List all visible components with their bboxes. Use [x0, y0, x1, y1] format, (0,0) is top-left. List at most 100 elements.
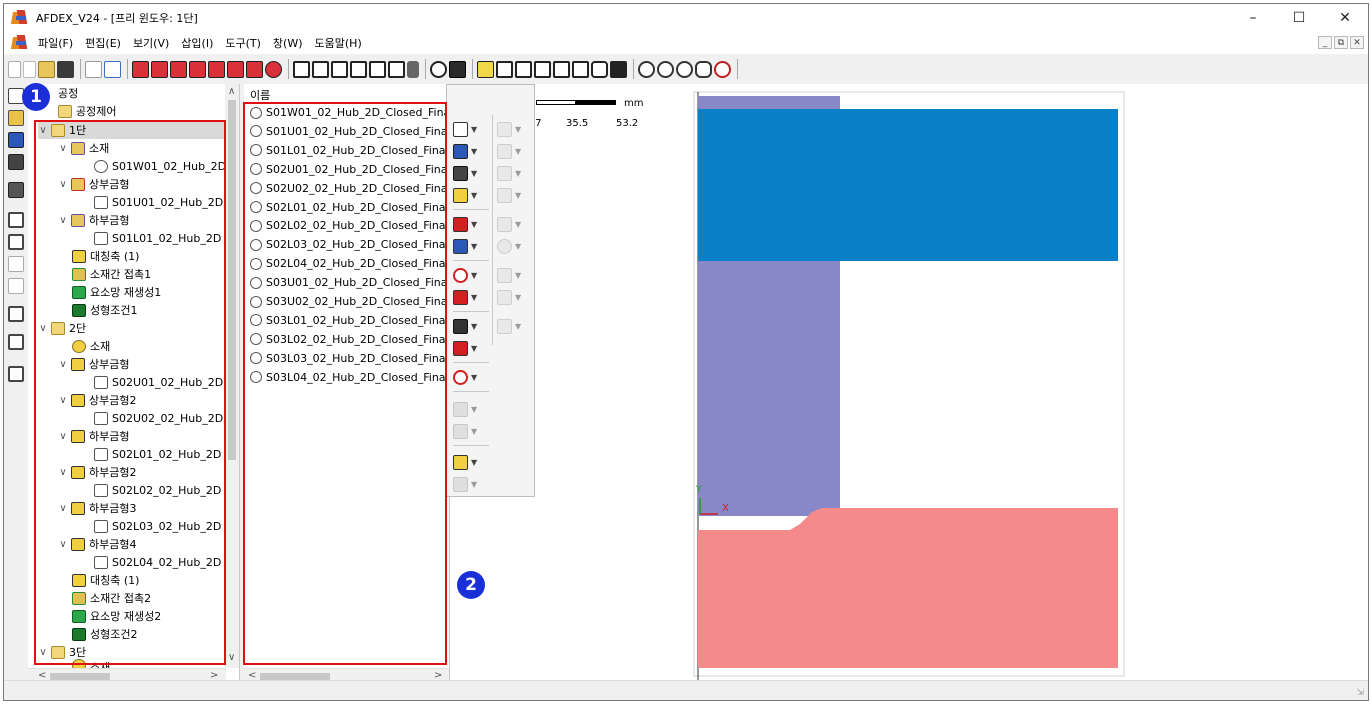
menu-edit[interactable]: 편집(E) — [79, 35, 127, 51]
dropdown-arrow-icon[interactable]: ▼ — [471, 458, 477, 467]
vtool-measure-icon[interactable] — [8, 278, 24, 294]
wire-cube-1-icon[interactable] — [293, 60, 310, 78]
palette-disabled2-button[interactable]: ▼ — [453, 422, 477, 440]
vtool-tree-icon[interactable] — [8, 234, 24, 250]
tree-process-control[interactable]: 공정제어 — [58, 102, 116, 120]
yellow-cube-icon[interactable] — [477, 60, 494, 78]
wire-cube-4-icon[interactable] — [350, 60, 367, 78]
dropdown-arrow-icon[interactable]: ▼ — [471, 322, 477, 331]
lower-die-shape[interactable] — [698, 508, 1118, 668]
palette-col2-8-button[interactable]: ▼ — [497, 288, 521, 306]
zoom-window-icon[interactable] — [676, 60, 693, 78]
tree-vertical-scrollbar[interactable]: ∧ ∨ — [225, 84, 239, 668]
dropdown-arrow-icon[interactable]: ▼ — [471, 293, 477, 302]
view-cube-4-icon[interactable] — [189, 60, 206, 78]
maximize-icon[interactable]: ☐ — [1276, 4, 1322, 32]
new-template-icon[interactable] — [23, 60, 36, 78]
upper-die-shape[interactable] — [698, 109, 1118, 261]
view-cube-5-icon[interactable] — [208, 60, 225, 78]
view-cube-2-icon[interactable] — [151, 60, 168, 78]
menu-help[interactable]: 도움말(H) — [309, 35, 368, 51]
palette-press-button[interactable]: ▼ — [453, 164, 477, 182]
palette-mesh-button[interactable]: ▼ — [453, 317, 477, 335]
solid-cube-icon[interactable] — [610, 60, 627, 78]
palette-col2-4-button[interactable]: ▼ — [497, 186, 521, 204]
vtool-transform-icon[interactable] — [8, 334, 24, 350]
outline-cube-5-icon[interactable] — [572, 60, 589, 78]
view-cube-3-icon[interactable] — [170, 60, 187, 78]
palette-condition-button[interactable]: ▼ — [453, 339, 477, 357]
mdi-close-icon[interactable]: ✕ — [1350, 36, 1364, 49]
resize-grip-icon[interactable]: ⇲ — [1356, 688, 1364, 698]
dropdown-arrow-icon[interactable]: ▼ — [515, 125, 521, 134]
menu-view[interactable]: 보기(V) — [127, 35, 175, 51]
palette-col2-5-button[interactable]: ▼ — [497, 215, 521, 233]
palette-contact-button[interactable]: ▼ — [453, 215, 477, 233]
outline-cube-1-icon[interactable] — [496, 60, 513, 78]
rotate-cube-icon[interactable] — [591, 60, 608, 78]
menu-window[interactable]: 창(W) — [267, 35, 309, 51]
outline-cube-3-icon[interactable] — [534, 60, 551, 78]
dropdown-arrow-icon[interactable]: ▼ — [471, 147, 477, 156]
palette-disabled1-button[interactable]: ▼ — [453, 400, 477, 418]
dropdown-arrow-icon[interactable]: ▼ — [515, 322, 521, 331]
vtool-edit-icon[interactable] — [8, 366, 24, 382]
wire-cube-3-icon[interactable] — [331, 60, 348, 78]
import-icon[interactable] — [85, 60, 102, 78]
name-column-header[interactable]: 이름 — [250, 87, 270, 103]
mdi-minimize-icon[interactable]: _ — [1318, 36, 1332, 49]
scroll-thumb[interactable] — [228, 100, 236, 460]
open-folder-icon[interactable] — [38, 60, 55, 78]
vtool-screen-icon[interactable] — [8, 182, 24, 198]
dropdown-arrow-icon[interactable]: ▼ — [471, 169, 477, 178]
dropdown-arrow-icon[interactable]: ▼ — [515, 220, 521, 229]
palette-boundary-button[interactable]: ▼ — [453, 266, 477, 284]
dropdown-arrow-icon[interactable]: ▼ — [515, 242, 521, 251]
zoom-fit-icon[interactable] — [638, 60, 655, 78]
dropdown-arrow-icon[interactable]: ▼ — [515, 147, 521, 156]
zoom-in-icon[interactable] — [657, 60, 674, 78]
dropdown-arrow-icon[interactable]: ▼ — [515, 271, 521, 280]
rotate-view-icon[interactable] — [714, 60, 731, 78]
scroll-down-icon[interactable]: ∨ — [228, 652, 235, 663]
palette-col2-3-button[interactable]: ▼ — [497, 164, 521, 182]
palette-workpiece-button[interactable]: ▼ — [453, 120, 477, 138]
view-cube-6-icon[interactable] — [227, 60, 244, 78]
vtool-list-icon[interactable] — [8, 306, 24, 322]
mdi-restore-icon[interactable]: ⧉ — [1334, 36, 1348, 49]
pan-hand-icon[interactable] — [695, 60, 712, 78]
dropdown-arrow-icon[interactable]: ▼ — [471, 242, 477, 251]
vtool-grid-icon[interactable] — [8, 212, 24, 228]
outline-cube-4-icon[interactable] — [553, 60, 570, 78]
outline-cube-2-icon[interactable] — [515, 60, 532, 78]
dropdown-arrow-icon[interactable]: ▼ — [515, 191, 521, 200]
palette-col2-7-button[interactable]: ▼ — [497, 266, 521, 284]
palette-col2-2-button[interactable]: ▼ — [497, 142, 521, 160]
vtool-cube-icon[interactable] — [8, 256, 24, 272]
menu-file[interactable]: 파일(F) — [32, 35, 79, 51]
vtool-display-icon[interactable] — [8, 154, 24, 170]
minimize-icon[interactable]: – — [1230, 4, 1276, 32]
menu-tools[interactable]: 도구(T) — [219, 35, 267, 51]
palette-col2-9-button[interactable]: ▼ — [497, 317, 521, 335]
dropdown-arrow-icon[interactable]: ▼ — [471, 271, 477, 280]
palette-material-button[interactable]: ▼ — [453, 142, 477, 160]
close-icon[interactable]: ✕ — [1322, 4, 1368, 32]
dropdown-arrow-icon[interactable]: ▼ — [471, 405, 477, 414]
palette-chart2-button[interactable]: ▼ — [453, 475, 477, 493]
dropdown-arrow-icon[interactable]: ▼ — [515, 169, 521, 178]
palette-col2-6-button[interactable]: ▼ — [497, 237, 521, 255]
palette-col2-1-button[interactable]: ▼ — [497, 120, 521, 138]
dropdown-arrow-icon[interactable]: ▼ — [471, 191, 477, 200]
palette-clock-button[interactable]: ▼ — [453, 368, 477, 386]
wire-cube-5-icon[interactable] — [369, 60, 386, 78]
model-viewport[interactable]: X Y — [450, 84, 1368, 684]
palette-die-button[interactable]: ▼ — [453, 186, 477, 204]
render-icon[interactable] — [449, 60, 466, 78]
tree-root[interactable]: 공정 — [58, 84, 78, 102]
vtool-assembly-icon[interactable] — [8, 110, 24, 126]
dropdown-arrow-icon[interactable]: ▼ — [471, 344, 477, 353]
dropdown-arrow-icon[interactable]: ▼ — [515, 293, 521, 302]
document-icon[interactable] — [10, 35, 30, 51]
dropdown-arrow-icon[interactable]: ▼ — [471, 373, 477, 382]
